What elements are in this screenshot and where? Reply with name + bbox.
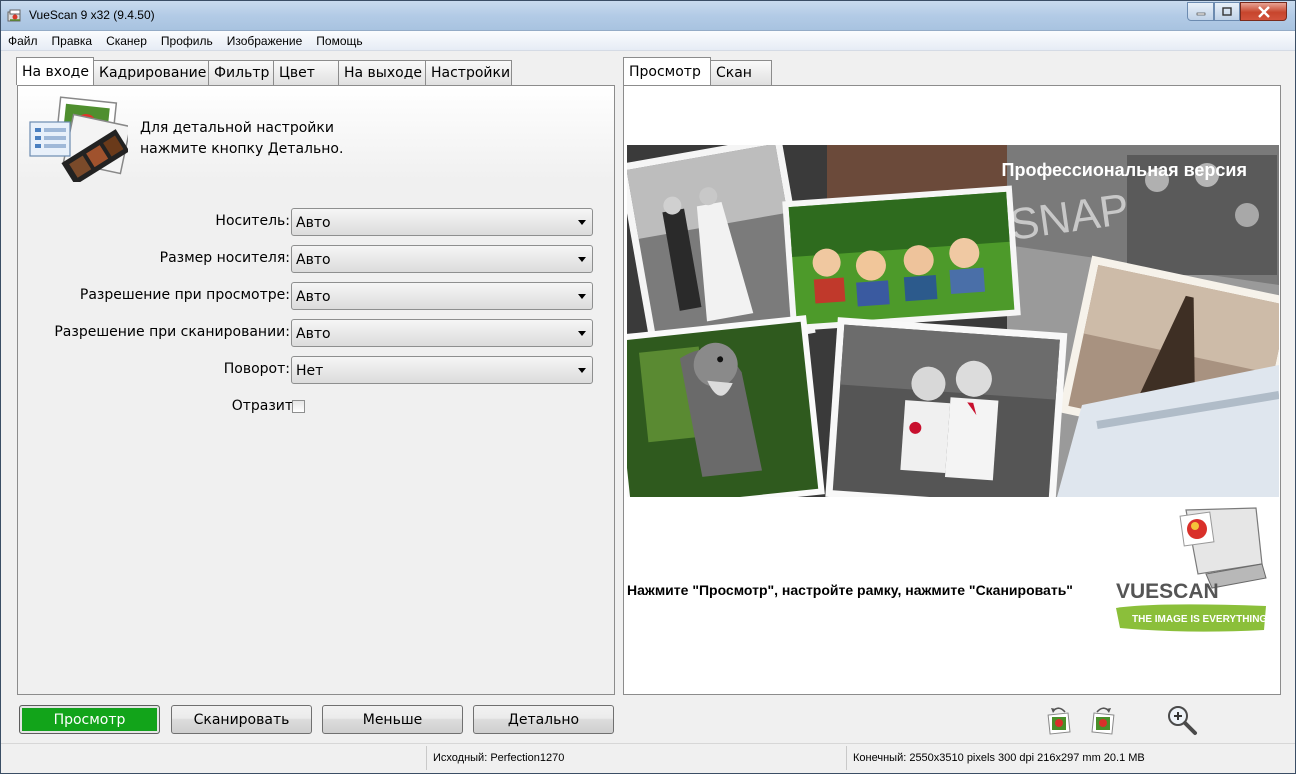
menu-help[interactable]: Помощь [309,31,369,50]
vuescan-app-icon[interactable] [7,8,23,24]
menu-image[interactable]: Изображение [220,31,310,50]
maximize-icon [1222,6,1232,16]
media-size-select[interactable]: Авто [291,245,593,273]
tab-settings[interactable]: Настройки [425,60,512,85]
left-tab-bar: На входе Кадрирование Фильтр Цвет На вых… [16,57,512,85]
photo-collage-image: SNAP [627,145,1279,497]
dropdown-arrow-icon [578,368,586,373]
rotate-left-icon[interactable] [1045,703,1079,737]
less-button-label: Меньше [362,712,423,728]
preview-resolution-row: Разрешение при просмотре: Авто [18,282,616,310]
menu-edit[interactable]: Правка [45,31,100,50]
dropdown-arrow-icon [578,331,586,336]
media-size-row: Размер носителя: Авто [18,245,616,273]
preview-resolution-value: Авто [296,289,331,305]
hint-line-2: нажмите кнопку Детально. [140,141,344,157]
scan-button[interactable]: Сканировать [171,705,312,734]
window-title: VueScan 9 x32 (9.4.50) [29,8,155,22]
preview-resolution-label: Разрешение при просмотре: [79,287,290,303]
scan-resolution-select[interactable]: Авто [291,319,593,347]
scan-resolution-value: Авто [296,326,331,342]
tab-output[interactable]: На выходе [338,60,426,85]
media-row: Носитель: Авто [18,208,616,236]
rotation-label: Поворот: [223,361,290,377]
app-window: VueScan 9 x32 (9.4.50) Файл Правка Скане… [0,0,1296,774]
dropdown-arrow-icon [578,257,586,262]
hint-text: Для детальной настройки нажмите кнопку Д… [140,118,343,160]
minimize-button[interactable] [1187,2,1214,21]
output-status: Конечный: 2550x3510 pixels 300 dpi 216x2… [846,746,1286,770]
media-label: Носитель: [215,213,290,229]
promo-banner: SNAP Профессиональная версия [627,145,1279,497]
tab-filter[interactable]: Фильтр [208,60,274,85]
preview-resolution-select[interactable]: Авто [291,282,593,310]
logo-tagline: THE IMAGE IS EVERYTHING [1132,614,1267,625]
close-icon [1257,5,1270,18]
tab-crop[interactable]: Кадрирование [93,60,209,85]
tab-scan[interactable]: Скан [710,60,772,85]
dropdown-arrow-icon [578,220,586,225]
logo-name: VUESCAN [1116,580,1219,603]
rotation-value: Нет [296,363,324,379]
more-button[interactable]: Детально [473,705,614,734]
status-bar: Исходный: Perfection1270 Конечный: 2550x… [1,743,1295,773]
scan-resolution-label: Разрешение при сканировании: [54,324,290,340]
rotation-row: Поворот: Нет [18,356,616,384]
photo-film-icon [29,96,128,182]
tab-preview[interactable]: Просмотр [623,57,711,85]
menu-scanner[interactable]: Сканер [99,31,154,50]
preview-panel: SNAP Профессиональная версия Нажмите "Пр… [623,85,1281,695]
scan-button-label: Сканировать [193,712,290,728]
vuescan-logo: VUESCAN THE IMAGE IS EVERYTHING [1116,507,1267,632]
media-value: Авто [296,215,331,231]
input-settings-panel: Для детальной настройки нажмите кнопку Д… [17,85,615,695]
minimize-icon [1196,12,1205,15]
maximize-button[interactable] [1214,2,1240,21]
source-status: Исходный: Perfection1270 [426,746,846,770]
tab-input[interactable]: На входе [16,57,94,85]
media-size-value: Авто [296,252,331,268]
rotate-right-icon[interactable] [1087,703,1121,737]
close-button[interactable] [1240,2,1287,21]
right-tab-bar: Просмотр Скан [623,57,772,85]
menu-profile[interactable]: Профиль [154,31,220,50]
media-size-label: Размер носителя: [159,250,290,266]
hint-line-1: Для детальной настройки [140,120,334,136]
media-select[interactable]: Авто [291,208,593,236]
banner-title: Профессиональная версия [1001,160,1247,180]
preview-button-label: Просмотр [53,712,126,728]
instruction-text: Нажмите "Просмотр", настройте рамку, наж… [627,582,1073,598]
mirror-checkbox[interactable] [292,400,305,413]
more-button-label: Детально [507,712,580,728]
scan-resolution-row: Разрешение при сканировании: Авто [18,319,616,347]
tab-color[interactable]: Цвет [273,60,339,85]
zoom-in-icon[interactable] [1165,703,1199,737]
rotation-select[interactable]: Нет [291,356,593,384]
mirror-row: Отразить: [18,393,616,421]
menu-file[interactable]: Файл [1,31,45,50]
menu-bar: Файл Правка Сканер Профиль Изображение П… [1,31,1295,51]
less-button[interactable]: Меньше [322,705,463,734]
title-bar[interactable]: VueScan 9 x32 (9.4.50) [1,1,1295,31]
preview-button[interactable]: Просмотр [19,705,160,734]
dropdown-arrow-icon [578,294,586,299]
